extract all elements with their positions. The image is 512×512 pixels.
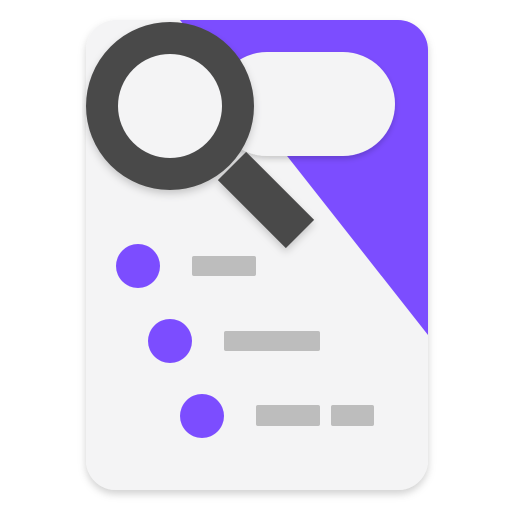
text-line-placeholder (331, 405, 374, 426)
app-icon-stage (0, 0, 512, 512)
text-line-placeholder (256, 405, 320, 426)
bullet-dot-icon (148, 319, 192, 363)
text-line-placeholder (192, 256, 256, 276)
bullet-dot-icon (180, 394, 224, 438)
text-line-placeholder (224, 331, 320, 351)
document-search-icon (86, 20, 428, 490)
bullet-dot-icon (116, 244, 160, 288)
